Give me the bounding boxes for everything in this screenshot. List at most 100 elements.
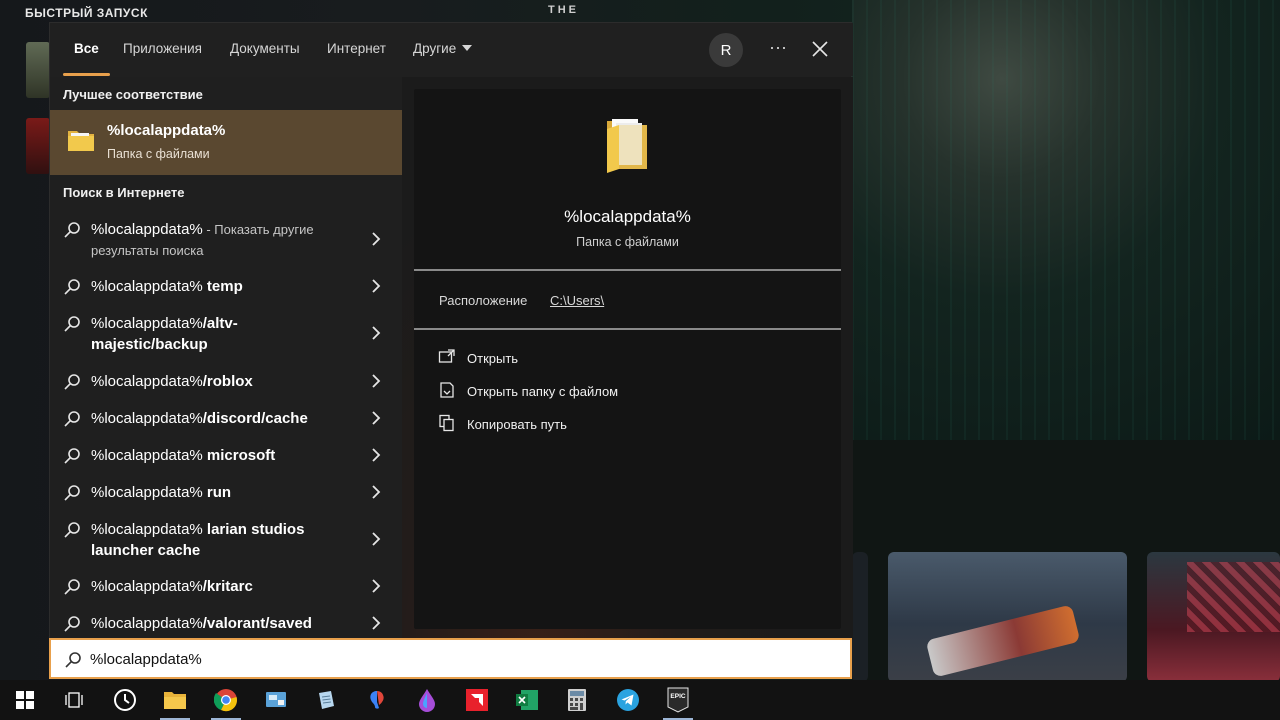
taskbar-app[interactable] xyxy=(454,680,500,720)
copy-icon xyxy=(439,414,454,432)
query-text: %localappdata% xyxy=(91,221,203,238)
taskbar-app[interactable]: EPIC xyxy=(655,680,701,720)
chevron-right-icon xyxy=(372,532,381,546)
web-search-item-text: %localappdata% temp xyxy=(91,276,361,297)
chevron-down-icon xyxy=(462,45,473,51)
action-open-file-location[interactable]: Открыть папку с файлом xyxy=(438,381,738,403)
taskbar: EPIC xyxy=(0,680,1280,720)
game-card[interactable] xyxy=(888,552,1127,682)
chevron-right-icon xyxy=(372,232,381,246)
search-input[interactable] xyxy=(90,646,830,672)
chevron-right-icon xyxy=(372,579,381,593)
search-icon xyxy=(64,374,80,390)
search-icon xyxy=(65,652,81,668)
tab-more[interactable]: Другие xyxy=(413,41,473,56)
chevron-right-icon xyxy=(372,448,381,462)
amd-software-icon xyxy=(466,689,488,711)
ellipsis-icon[interactable]: ··· xyxy=(767,35,789,61)
location-link[interactable]: C:\Users\ xyxy=(550,293,604,308)
taskbar-app[interactable] xyxy=(102,680,148,720)
action-copy-path[interactable]: Копировать путь xyxy=(438,414,738,436)
task-view-button[interactable] xyxy=(51,680,97,720)
query-text: %localappdata% xyxy=(91,447,203,464)
web-search-item[interactable]: %localappdata% larian studios launcher c… xyxy=(50,517,402,563)
taskbar-app[interactable] xyxy=(354,680,400,720)
query-text: %localappdata% xyxy=(91,315,203,332)
chevron-right-icon xyxy=(372,279,381,293)
windows-start-icon xyxy=(16,691,34,709)
query-text: %localappdata% xyxy=(91,278,203,295)
tab-apps[interactable]: Приложения xyxy=(123,41,202,56)
web-search-item[interactable]: %localappdata%/valorant/saved xyxy=(50,611,402,636)
taskbar-app[interactable] xyxy=(152,680,198,720)
web-search-item-text: %localappdata% microsoft xyxy=(91,445,361,466)
search-results-list: Лучшее соответствие %localappdata% Папка… xyxy=(50,77,402,639)
best-match-name: %localappdata% xyxy=(107,122,226,139)
user-avatar-button[interactable]: R xyxy=(709,33,743,67)
best-match-item[interactable]: %localappdata% Папка с файлами xyxy=(50,110,402,175)
taskbar-app[interactable] xyxy=(253,680,299,720)
preview-title: %localappdata% xyxy=(564,207,691,226)
tab-documents[interactable]: Документы xyxy=(230,41,300,56)
start-button[interactable] xyxy=(2,680,48,720)
windows-search-panel: Все Приложения Документы Интернет Другие… xyxy=(49,22,853,639)
search-tabs-bar: Все Приложения Документы Интернет Другие… xyxy=(50,23,853,76)
active-tab-indicator xyxy=(63,73,110,76)
notes-app-icon xyxy=(319,691,334,709)
chevron-right-icon xyxy=(372,485,381,499)
quick-launch-game-tile[interactable] xyxy=(26,42,50,98)
query-suffix: run xyxy=(202,484,232,501)
web-search-item-text: %localappdata%/altv-majestic/backup xyxy=(91,313,261,355)
taskbar-app[interactable] xyxy=(554,680,600,720)
clock-app-icon xyxy=(114,689,136,711)
chrome-icon xyxy=(214,689,237,712)
quick-launch-title: БЫСТРЫЙ ЗАПУСК xyxy=(25,6,148,20)
web-search-item[interactable]: %localappdata%/altv-majestic/backup xyxy=(50,311,402,357)
location-label: Расположение xyxy=(439,293,528,308)
game-card[interactable] xyxy=(852,552,868,682)
game-card[interactable] xyxy=(1147,552,1280,682)
taskbar-app[interactable] xyxy=(203,680,249,720)
action-open-label: Открыть xyxy=(467,351,519,366)
taskbar-app[interactable] xyxy=(303,680,349,720)
search-icon xyxy=(64,616,80,632)
best-match-heading: Лучшее соответствие xyxy=(63,87,203,102)
query-suffix: temp xyxy=(202,278,243,295)
web-search-item-text: %localappdata%/kritarc xyxy=(91,576,361,597)
taskbar-app[interactable] xyxy=(404,680,450,720)
epic-games-icon: EPIC xyxy=(667,687,689,713)
best-match-type: Папка с файлами xyxy=(107,147,210,161)
search-icon xyxy=(64,448,80,464)
divider xyxy=(414,269,841,271)
tab-all[interactable]: Все xyxy=(74,41,99,56)
calculator-icon xyxy=(568,689,586,711)
web-search-item[interactable]: %localappdata% temp xyxy=(50,274,402,299)
close-icon[interactable] xyxy=(809,38,831,60)
preview-subtitle: Папка с файлами xyxy=(576,235,679,249)
search-icon xyxy=(64,316,80,332)
web-search-item[interactable]: %localappdata%/discord/cache xyxy=(50,406,402,431)
taskbar-app[interactable] xyxy=(504,680,550,720)
quick-launch-game-tile[interactable] xyxy=(26,118,50,174)
action-open-file-location-label: Открыть папку с файлом xyxy=(467,384,619,399)
web-search-item[interactable]: %localappdata% microsoft xyxy=(50,443,402,468)
taskbar-app[interactable] xyxy=(605,680,651,720)
web-search-item[interactable]: %localappdata%/kritarc xyxy=(50,574,402,599)
query-text: %localappdata% xyxy=(91,410,203,427)
web-search-item-text: %localappdata%/roblox xyxy=(91,371,361,392)
search-icon xyxy=(64,279,80,295)
web-search-item[interactable]: %localappdata%/roblox xyxy=(50,369,402,394)
web-search-item[interactable]: %localappdata% run xyxy=(50,480,402,505)
query-suffix: /roblox xyxy=(202,373,253,390)
tab-web[interactable]: Интернет xyxy=(327,41,386,56)
action-open[interactable]: Открыть xyxy=(438,348,738,370)
folder-icon xyxy=(607,119,647,173)
web-search-item[interactable]: %localappdata% - Показать другие результ… xyxy=(50,217,402,263)
search-box[interactable] xyxy=(49,638,852,679)
drop-app-icon xyxy=(419,689,435,712)
chevron-right-icon xyxy=(372,411,381,425)
web-search-item-text: %localappdata% - Показать другие результ… xyxy=(91,219,361,261)
web-search-item-text: %localappdata% run xyxy=(91,482,361,503)
paint-app-icon xyxy=(370,691,384,709)
search-icon xyxy=(64,485,80,501)
